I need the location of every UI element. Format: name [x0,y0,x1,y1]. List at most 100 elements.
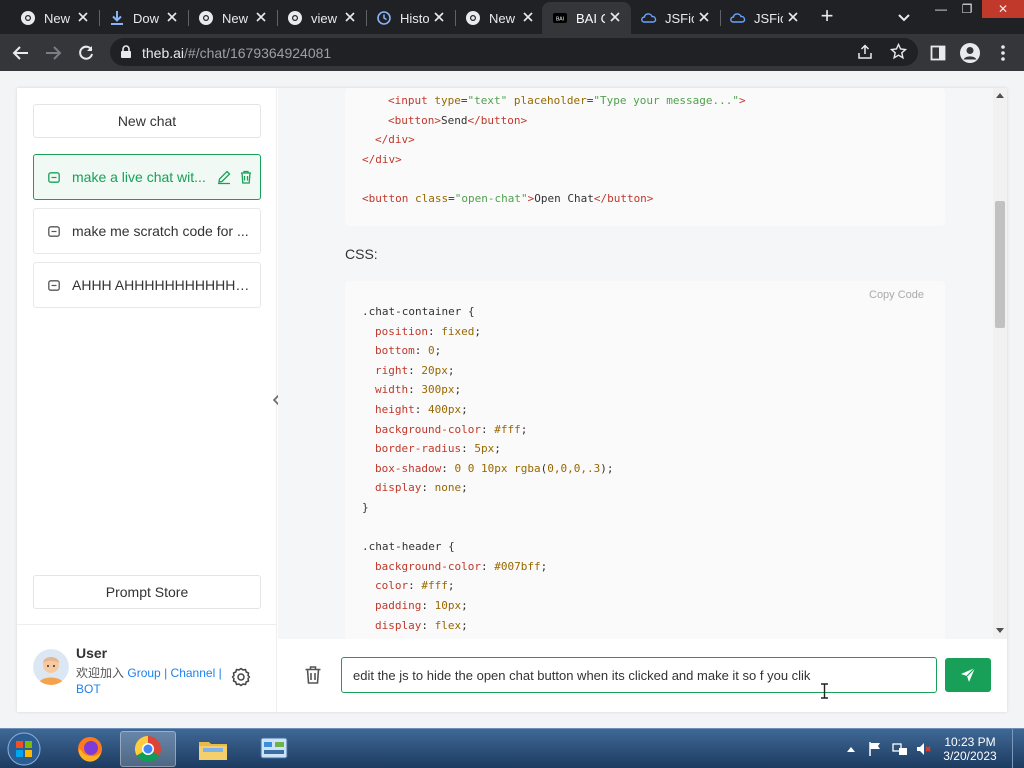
browser-menu-button[interactable] [990,40,1016,66]
code-line: right: 20px; [375,363,455,379]
tab-close-button[interactable] [73,9,93,27]
tab-close-button[interactable] [162,9,182,27]
share-icon[interactable] [857,44,873,60]
channel-link[interactable]: Channel [171,666,216,680]
browser-tab[interactable]: view [277,2,366,34]
firefox-icon [78,737,102,762]
browser-tab[interactable]: New [455,2,544,34]
code-token: </button> [593,192,654,205]
restore-button[interactable]: ❐ [954,0,980,18]
side-panel-button[interactable] [925,40,951,66]
taskbar-control-panel[interactable] [246,731,302,767]
trash-icon[interactable] [238,169,254,185]
prompt-store-button[interactable]: Prompt Store [33,575,261,609]
chat-history-label: make a live chat wit... [72,169,206,185]
new-chat-button[interactable]: New chat [33,104,261,138]
tab-close-button[interactable] [518,9,538,27]
chat-main: <input type="text" placeholder="Type you… [278,88,1007,712]
code-token: 300px [421,383,455,397]
chat-history-item[interactable]: make a live chat wit... [33,154,261,200]
browser-tab[interactable]: BAI BAI C [542,2,631,34]
copy-code-button[interactable]: Copy Code [869,289,924,301]
forward-button[interactable] [40,40,66,66]
chat-messages[interactable]: <input type="text" placeholder="Type you… [278,88,993,639]
scrollbar-thumb[interactable] [995,201,1005,328]
tab-label: BAI C [576,10,605,26]
tab-label: New [44,10,71,26]
code-token: padding [375,599,422,612]
flag-icon[interactable] [868,741,882,757]
code-line: position: fixed; [375,324,481,340]
bot-link[interactable]: BOT [76,682,101,696]
scroll-down-arrow[interactable] [996,628,1004,633]
profile-button[interactable] [957,40,983,66]
taskbar-chrome[interactable] [120,731,176,767]
settings-button[interactable] [231,667,251,687]
close-icon [610,12,620,22]
browser-tab[interactable]: Dow [99,2,188,34]
clock-time: 10:23 PM [944,735,996,749]
download-icon [111,11,123,25]
browser-tab[interactable]: Histo [366,2,455,34]
code-token: ; [434,344,442,358]
avatar[interactable] [33,649,69,685]
volume-muted-icon[interactable] [916,741,932,757]
tab-close-button[interactable] [429,9,449,27]
new-tab-button[interactable]: + [814,4,840,30]
css-label: CSS: [345,246,378,262]
chat-history-item[interactable]: make me scratch code for ... [33,208,261,254]
tab-close-button[interactable] [694,9,714,27]
code-line: display: flex; [375,618,468,634]
start-button[interactable] [4,731,44,767]
send-button[interactable] [945,658,991,692]
code-token: : [414,344,428,358]
address-bar[interactable]: theb.ai/#/chat/1679364924081 [110,38,918,66]
code-token: : [427,324,442,338]
tab-close-button[interactable] [340,9,360,27]
code-token: #fff [421,579,448,593]
clear-chat-button[interactable] [304,665,322,685]
browser-tab[interactable]: New [10,2,99,34]
tab-close-button[interactable] [605,9,625,27]
chrome-icon [21,11,35,25]
browser-tab[interactable]: New [188,2,277,34]
taskbar-explorer[interactable] [185,731,241,767]
code-line: </div> [362,152,402,168]
taskbar-firefox[interactable] [62,731,118,767]
chevron-up-icon[interactable] [846,745,856,753]
chat-history-item[interactable]: AHHH AHHHHHHHHHHHH... [33,262,261,308]
minimize-button[interactable]: — [928,0,954,18]
vertical-scrollbar[interactable] [993,88,1007,639]
network-icon[interactable] [892,741,908,757]
tab-close-button[interactable] [251,9,271,27]
code-token: ; [540,559,548,573]
taskbar-clock[interactable]: 10:23 PM 3/20/2023 [940,735,1000,763]
bookmark-star-icon[interactable] [890,43,907,60]
back-button[interactable] [8,40,34,66]
user-panel: User 欢迎加入 Group | Channel | BOT [17,624,277,712]
code-token: flex [434,618,462,632]
edit-icon[interactable] [216,169,232,185]
code-token: .chat-container { [362,305,475,318]
reload-button[interactable] [73,40,99,66]
code-line: .chat-container { [362,304,475,320]
code-line: .chat-header { [362,539,455,555]
jsfiddle-icon [641,13,657,23]
scroll-up-arrow[interactable] [996,93,1004,98]
browser-tab[interactable]: JSFic [720,2,809,34]
code-token: Send [440,113,468,127]
browser-tab[interactable]: JSFic [631,2,720,34]
code-token: 0 [428,344,435,358]
tab-close-button[interactable] [783,9,803,27]
message-input[interactable] [341,657,937,693]
tab-search-button[interactable] [893,6,915,28]
window-close-button[interactable]: ✕ [982,0,1024,18]
code-token: "text" [467,94,508,107]
chat-bubble-icon [48,225,60,237]
code-token: 10px [434,599,462,612]
code-token: display [375,481,422,495]
code-token: background-color [375,559,481,573]
show-desktop-button[interactable] [1012,729,1024,768]
group-link[interactable]: Group [127,666,160,680]
